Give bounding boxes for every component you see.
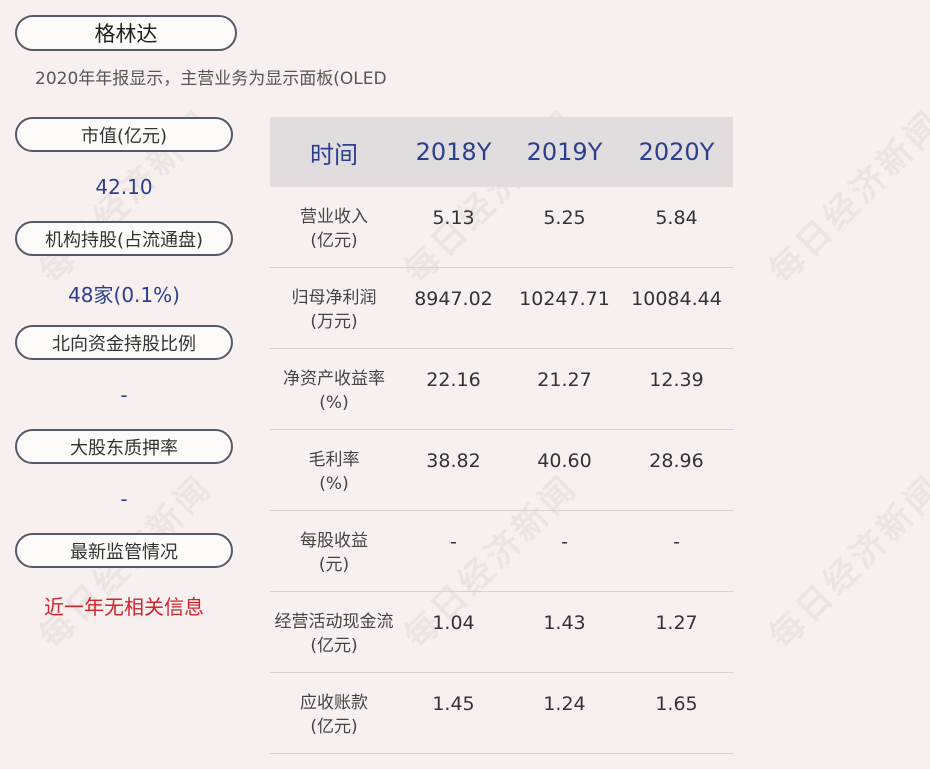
cell-value: 1.45 bbox=[432, 693, 475, 715]
row-label: 应收账款 (亿元) bbox=[300, 693, 368, 737]
northbound-ratio-label: 北向资金持股比例 bbox=[15, 325, 233, 360]
cell-value: 22.16 bbox=[426, 369, 481, 391]
cell-value: 38.82 bbox=[426, 450, 481, 472]
cell-value: 5.84 bbox=[655, 207, 698, 229]
regulation-label: 最新监管情况 bbox=[15, 533, 233, 568]
table-row: 每股收益 (元) - - - bbox=[270, 511, 733, 592]
cell-value: - bbox=[561, 531, 568, 553]
row-label: 毛利率 (%) bbox=[308, 450, 360, 494]
northbound-ratio-value: - bbox=[120, 383, 128, 407]
header-2020: 2020Y bbox=[638, 138, 715, 166]
cell-value: 8947.02 bbox=[414, 288, 493, 310]
cell-value: 40.60 bbox=[537, 450, 592, 472]
row-label: 净资产收益率 (%) bbox=[283, 369, 385, 413]
row-label: 每股收益 (元) bbox=[300, 531, 368, 575]
cell-value: 1.43 bbox=[543, 612, 586, 634]
cell-value: - bbox=[673, 531, 680, 553]
cell-value: 12.39 bbox=[649, 369, 704, 391]
cell-value: 10084.44 bbox=[631, 288, 722, 310]
financial-table: 时间 2018Y 2019Y 2020Y 营业收入 (亿元) 5.13 5.25 … bbox=[270, 117, 733, 754]
table-row: 净资产收益率 (%) 22.16 21.27 12.39 bbox=[270, 349, 733, 430]
watermark: 每日经济新闻 bbox=[761, 102, 930, 292]
table-row: 毛利率 (%) 38.82 40.60 28.96 bbox=[270, 430, 733, 511]
row-label: 归母净利润 (万元) bbox=[291, 288, 377, 332]
table-row: 营业收入 (亿元) 5.13 5.25 5.84 bbox=[270, 187, 733, 268]
market-cap-value: 42.10 bbox=[95, 175, 153, 199]
pledge-ratio-value: - bbox=[120, 487, 128, 511]
regulation-value: 近一年无相关信息 bbox=[44, 595, 204, 619]
cell-value: 5.13 bbox=[432, 207, 475, 229]
report-subtitle: 2020年年报显示，主营业务为显示面板(OLED bbox=[35, 69, 387, 89]
institution-holding-label: 机构持股(占流通盘) bbox=[15, 221, 233, 256]
cell-value: 1.04 bbox=[432, 612, 475, 634]
watermark: 每日经济新闻 bbox=[761, 467, 930, 657]
header-2019: 2019Y bbox=[526, 138, 603, 166]
cell-value: - bbox=[450, 531, 457, 553]
cell-value: 1.24 bbox=[543, 693, 586, 715]
cell-value: 1.65 bbox=[655, 693, 698, 715]
cell-value: 1.27 bbox=[655, 612, 698, 634]
market-cap-label: 市值(亿元) bbox=[15, 117, 233, 152]
table-row: 归母净利润 (万元) 8947.02 10247.71 10084.44 bbox=[270, 268, 733, 349]
cell-value: 10247.71 bbox=[519, 288, 610, 310]
row-label: 经营活动现金流 (亿元) bbox=[274, 612, 394, 656]
table-header: 时间 2018Y 2019Y 2020Y bbox=[270, 117, 733, 187]
header-2018: 2018Y bbox=[415, 138, 492, 166]
cell-value: 28.96 bbox=[649, 450, 704, 472]
company-name: 格林达 bbox=[15, 15, 237, 51]
pledge-ratio-label: 大股东质押率 bbox=[15, 429, 233, 464]
cell-value: 21.27 bbox=[537, 369, 592, 391]
row-label: 营业收入 (亿元) bbox=[300, 207, 368, 251]
institution-holding-value: 48家(0.1%) bbox=[68, 283, 180, 307]
header-time: 时间 bbox=[310, 140, 358, 169]
table-row: 经营活动现金流 (亿元) 1.04 1.43 1.27 bbox=[270, 592, 733, 673]
cell-value: 5.25 bbox=[543, 207, 586, 229]
table-row: 应收账款 (亿元) 1.45 1.24 1.65 bbox=[270, 673, 733, 754]
